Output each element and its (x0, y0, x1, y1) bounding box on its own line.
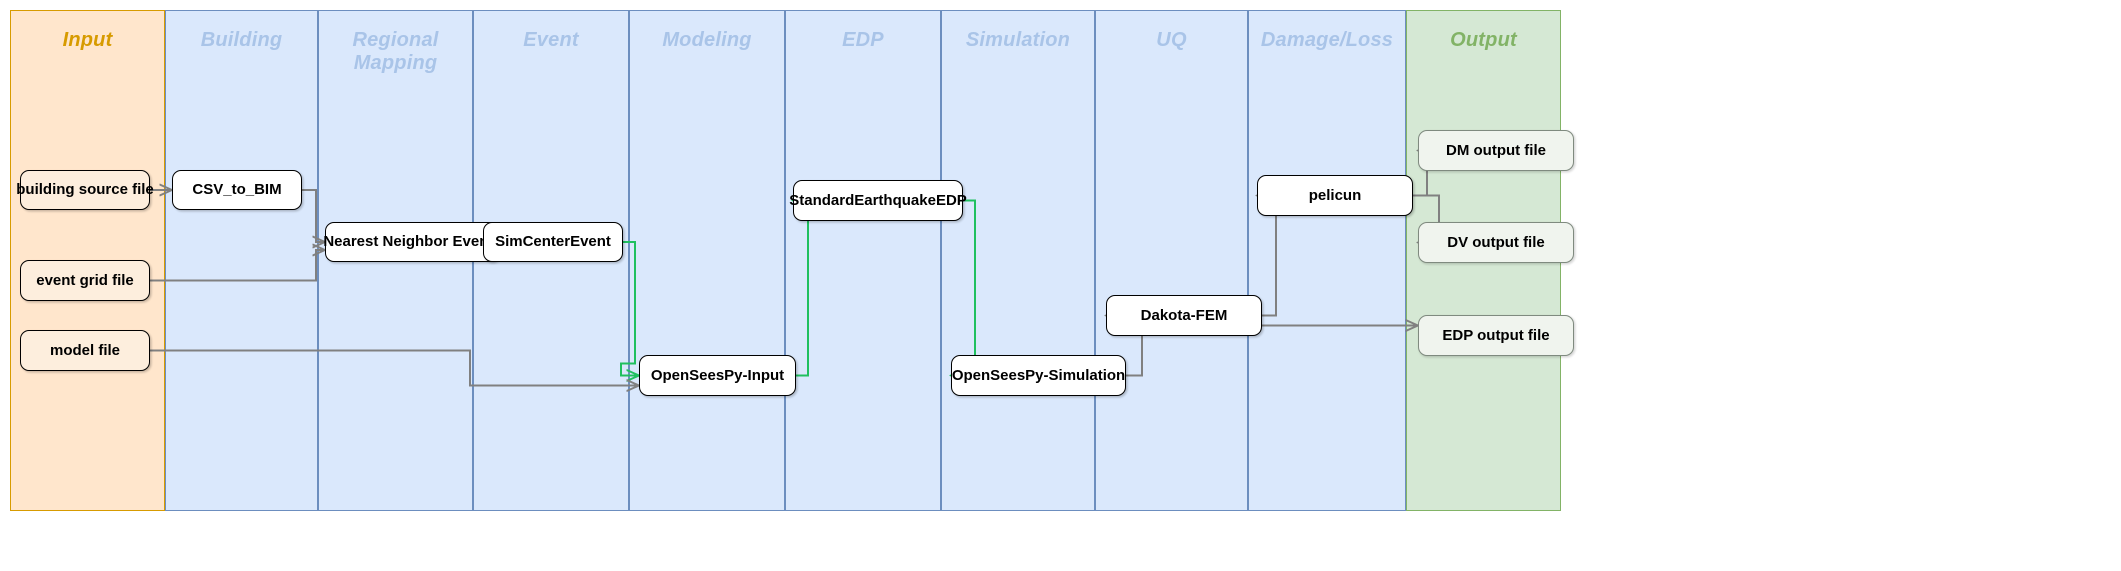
node-openseespy-input[interactable]: OpenSeesPy-Input (639, 355, 796, 396)
swimlane-title-modeling: Modeling (662, 29, 752, 51)
swimlane-modeling: Modeling (629, 10, 785, 511)
node-event-grid-file[interactable]: event grid file (20, 260, 150, 301)
node-building-source-file[interactable]: building source file (16, 170, 154, 210)
node-standardearthquakeedp[interactable]: StandardEarthquakeEDP (789, 180, 967, 221)
swimlane-title-edp: EDP (842, 29, 884, 51)
swimlane-edp: EDP (785, 10, 941, 511)
swimlane-title-damage-loss: Damage/Loss (1260, 29, 1394, 51)
swimlane-title-uq: UQ (1156, 29, 1187, 51)
swimlane-title-building: Building (200, 29, 283, 51)
swimlane-title-input: Input (62, 29, 113, 51)
swimlane-title-event: Event (523, 29, 579, 51)
node-simcenterevent[interactable]: SimCenterEvent (483, 222, 623, 262)
node-dm-output-file[interactable]: DM output file (1418, 130, 1574, 171)
node-nearest-neighbor-events[interactable]: Nearest Neighbor Events (323, 222, 502, 262)
swimlane-uq: UQ (1095, 10, 1248, 511)
node-model-file[interactable]: model file (20, 330, 150, 371)
node-edp-output-file[interactable]: EDP output file (1418, 315, 1574, 356)
workflow-diagram: Input Building Regional Mapping Event Modeli… (0, 0, 2121, 571)
swimlane-title-output: Output (1450, 29, 1517, 51)
node-openseespy-simulation[interactable]: OpenSeesPy-Simulation (951, 355, 1126, 396)
swimlane-title-regional-mapping: Regional Mapping (352, 29, 439, 74)
node-pelicun[interactable]: pelicun (1257, 175, 1413, 216)
swimlane-title-simulation: Simulation (965, 29, 1071, 51)
node-csv-to-bim[interactable]: CSV_to_BIM (172, 170, 302, 210)
swimlane-damage-loss: Damage/Loss (1248, 10, 1406, 511)
node-dakota-fem[interactable]: Dakota-FEM (1106, 295, 1262, 336)
node-dv-output-file[interactable]: DV output file (1418, 222, 1574, 263)
swimlane-simulation: Simulation (941, 10, 1095, 511)
swimlane-building: Building (165, 10, 318, 511)
